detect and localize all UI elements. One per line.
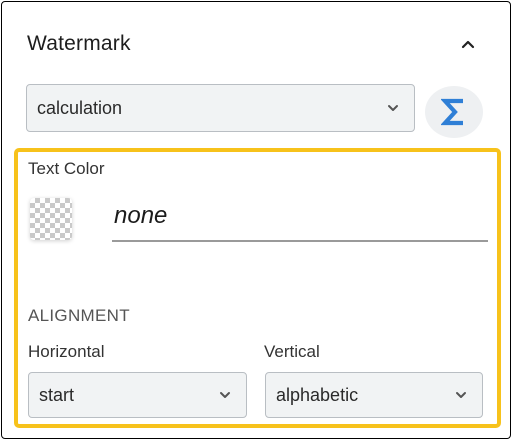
vertical-label: Vertical <box>264 342 320 361</box>
chevron-down-icon <box>456 392 466 398</box>
text-color-label: Text Color <box>28 159 105 178</box>
alignment-section-label: ALIGNMENT <box>28 306 130 325</box>
horizontal-label: Horizontal <box>28 342 105 361</box>
vertical-align-select[interactable]: alphabetic <box>265 372 483 418</box>
horizontal-align-select[interactable]: start <box>28 372 247 418</box>
panel-title: Watermark <box>27 32 131 55</box>
calculation-select-value: calculation <box>37 97 123 118</box>
vertical-align-value: alphabetic <box>276 384 359 405</box>
chevron-up-icon <box>461 40 475 49</box>
horizontal-align-value: start <box>39 384 75 405</box>
sigma-button[interactable] <box>425 86 483 138</box>
watermark-panel: Watermark calculation Text Color ALIGNME… <box>1 1 511 439</box>
chevron-down-icon <box>220 392 230 398</box>
sigma-icon <box>441 98 463 126</box>
panel-header[interactable]: Watermark <box>2 2 510 82</box>
text-color-swatch[interactable] <box>30 198 72 240</box>
chevron-down-icon <box>388 105 398 111</box>
text-color-input[interactable] <box>112 198 488 242</box>
calculation-select[interactable]: calculation <box>26 84 415 132</box>
collapse-button[interactable] <box>452 30 484 58</box>
